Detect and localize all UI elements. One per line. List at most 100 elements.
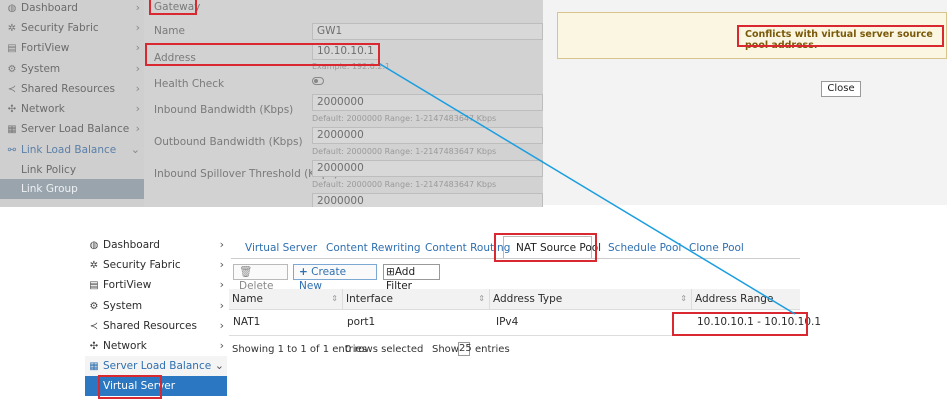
- tab-clone-pool[interactable]: Clone Pool: [689, 242, 744, 254]
- highlight-nat-source-pool-tab: [494, 233, 597, 262]
- inbound-bandwidth-label: Inbound Bandwidth (Kbps): [154, 104, 294, 116]
- tab-schedule-pool[interactable]: Schedule Pool: [608, 242, 681, 254]
- fortiview-icon: ▤: [89, 280, 99, 291]
- sort-icon: ⇕: [478, 294, 485, 303]
- sidebar-item-dashboard[interactable]: ◍ Dashboard ›: [0, 0, 144, 18]
- tab-content-rewriting[interactable]: Content Rewriting: [326, 242, 421, 254]
- create-new-button[interactable]: + Create New: [293, 264, 377, 292]
- dashboard-icon: ◍: [7, 3, 17, 14]
- sidebar-item-label: Shared Resources: [103, 320, 197, 332]
- sidebar-item-shared-resources[interactable]: ≺ Shared Resources ›: [85, 316, 227, 336]
- chevron-right-icon: ›: [219, 339, 224, 352]
- cell-address-type: IPv4: [496, 316, 519, 328]
- cell-interface: port1: [347, 316, 376, 328]
- entries-label: entries: [475, 344, 510, 355]
- sort-icon: ⇕: [680, 294, 687, 303]
- sidebar-item-label: Server Load Balance: [21, 123, 130, 135]
- sidebar-item-label: Shared Resources: [21, 83, 115, 95]
- sidebar-item-label: Network: [21, 103, 65, 115]
- outbound-bandwidth-label: Outbound Bandwidth (Kbps): [154, 136, 303, 148]
- rows-selected: 0 rows selected: [345, 344, 424, 355]
- sidebar-item-label: Link Load Balance: [21, 144, 117, 156]
- inbound-bandwidth-hint: Default: 2000000 Range: 1-2147483647 Kbp…: [312, 114, 497, 123]
- spillover-hint: Default: 2000000 Range: 1-2147483647 Kbp…: [312, 180, 497, 189]
- outbound-bandwidth-hint: Default: 2000000 Range: 1-2147483647 Kbp…: [312, 147, 497, 156]
- highlight-virtual-server: [98, 375, 162, 399]
- sidebar-item-label: Network: [103, 340, 147, 352]
- security-fabric-icon: ✲: [89, 260, 99, 271]
- column-header-address-range[interactable]: Address Range: [692, 289, 800, 309]
- sidebar-item-link-policy[interactable]: Link Policy: [0, 160, 144, 180]
- chevron-down-icon: ⌄: [214, 359, 224, 372]
- sidebar-item-fortiview[interactable]: ▤ FortiView ›: [0, 38, 144, 58]
- chevron-right-icon: ›: [135, 21, 140, 34]
- delete-button[interactable]: 🗑Delete: [233, 264, 288, 292]
- health-check-label: Health Check: [154, 78, 225, 90]
- chevron-right-icon: ›: [135, 102, 140, 115]
- highlight-address-range: [672, 312, 808, 336]
- server-lb-icon: ▦: [7, 124, 17, 135]
- chevron-right-icon: ›: [219, 258, 224, 271]
- inbound-bandwidth-field[interactable]: 2000000: [312, 94, 543, 111]
- cell-name: NAT1: [233, 316, 261, 328]
- chevron-right-icon: ›: [135, 1, 140, 14]
- chevron-right-icon: ›: [219, 278, 224, 291]
- header-label: Address Range: [695, 293, 774, 305]
- chevron-right-icon: ›: [135, 82, 140, 95]
- show-label: Show: [432, 344, 459, 355]
- server-lb-icon: ▦: [89, 361, 99, 372]
- chevron-right-icon: ›: [219, 319, 224, 332]
- header-label: Address Type: [493, 293, 563, 305]
- sidebar-item-server-load-balance[interactable]: ▦ Server Load Balance ›: [0, 119, 144, 139]
- health-check-toggle[interactable]: [312, 77, 324, 85]
- highlight-gateway: [149, 0, 197, 15]
- sidebar-item-security-fabric[interactable]: ✲ Security Fabric ›: [85, 255, 227, 275]
- sidebar-item-system[interactable]: ⚙ System ›: [85, 296, 227, 316]
- link-icon: ⚯: [7, 145, 17, 156]
- security-fabric-icon: ✲: [7, 23, 17, 34]
- network-icon: ✣: [89, 341, 99, 352]
- dashboard-icon: ◍: [89, 240, 99, 251]
- chevron-down-icon: ⌄: [130, 143, 140, 156]
- sidebar-item-label: System: [21, 63, 61, 75]
- sidebar-item-server-load-balance[interactable]: ▦ Server Load Balance ⌄: [85, 356, 227, 376]
- highlight-address: [145, 43, 380, 66]
- sidebar-item-label: Security Fabric: [21, 22, 99, 34]
- sidebar-item-label: FortiView: [103, 279, 152, 291]
- top-sidebar: ◍ Dashboard › ✲ Security Fabric › ▤ FortiView…: [0, 0, 144, 207]
- sidebar-item-fortiview[interactable]: ▤ FortiView ›: [85, 275, 227, 295]
- sidebar-item-security-fabric[interactable]: ✲ Security Fabric ›: [0, 18, 144, 38]
- name-label: Name: [154, 25, 185, 37]
- sidebar-item-link-group[interactable]: Link Group: [0, 179, 144, 199]
- chevron-right-icon: ›: [135, 41, 140, 54]
- tab-virtual-server[interactable]: Virtual Server: [245, 242, 317, 254]
- sidebar-item-label: Server Load Balance: [103, 360, 212, 372]
- gear-icon: ⚙: [89, 301, 99, 312]
- chevron-right-icon: ›: [219, 238, 224, 251]
- sidebar-item-dashboard[interactable]: ◍ Dashboard ›: [85, 235, 227, 255]
- sidebar-item-label: System: [103, 300, 143, 312]
- close-button[interactable]: Close: [821, 81, 861, 97]
- sidebar-item-network[interactable]: ✣ Network ›: [0, 99, 144, 119]
- sidebar-item-network[interactable]: ✣ Network ›: [85, 336, 227, 356]
- sidebar-item-label: Dashboard: [21, 2, 78, 14]
- gateway-form-panel: ◍ Dashboard › ✲ Security Fabric › ▤ FortiView…: [0, 0, 543, 207]
- page-size-select[interactable]: 25: [458, 342, 472, 356]
- spillover-label: Inbound Spillover Threshold (Kbps): [154, 168, 338, 180]
- add-filter-button[interactable]: ⊞Add Filter: [383, 264, 440, 292]
- extra-field[interactable]: 2000000: [312, 193, 543, 207]
- sidebar-item-label: Security Fabric: [103, 259, 181, 271]
- trash-icon: 🗑: [239, 266, 253, 278]
- column-header-interface[interactable]: Interface ⇕: [343, 289, 490, 309]
- sidebar-item-shared-resources[interactable]: ≺ Shared Resources ›: [0, 79, 144, 99]
- network-icon: ✣: [7, 104, 17, 115]
- column-header-name[interactable]: Name ⇕: [229, 289, 343, 309]
- sidebar-item-link-load-balance[interactable]: ⚯ Link Load Balance ⌄: [0, 140, 144, 160]
- outbound-bandwidth-field[interactable]: 2000000: [312, 127, 543, 144]
- spillover-field[interactable]: 2000000: [312, 160, 543, 177]
- name-field[interactable]: GW1: [312, 23, 543, 40]
- column-header-address-type[interactable]: Address Type ⇕: [490, 289, 692, 309]
- fortiview-icon: ▤: [7, 43, 17, 54]
- sidebar-item-system[interactable]: ⚙ System ›: [0, 59, 144, 79]
- chevron-right-icon: ›: [219, 299, 224, 312]
